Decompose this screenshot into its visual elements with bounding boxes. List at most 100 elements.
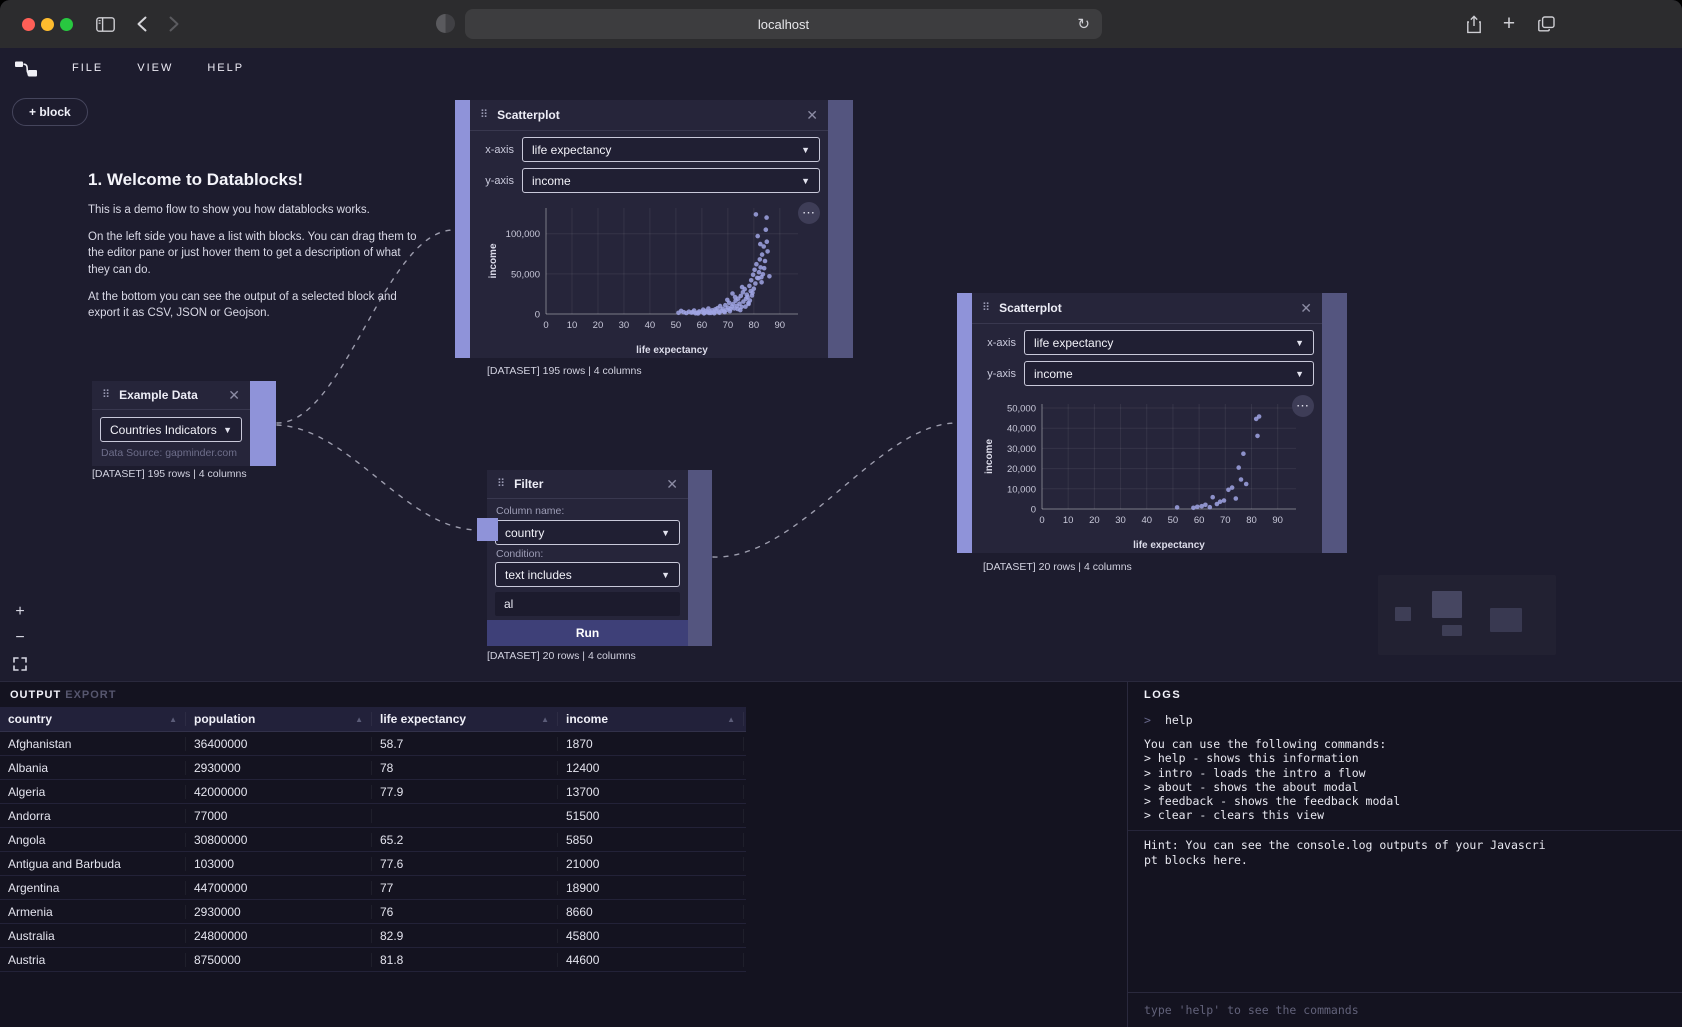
block-title: Example Data [119, 388, 219, 402]
y-axis-select[interactable]: income▼ [522, 168, 820, 193]
block-scatterplot-2[interactable]: ⠿ Scatterplot ✕ x-axis life expectancy▼ … [957, 293, 1347, 553]
y-axis-label: y-axis [972, 368, 1016, 380]
reload-icon[interactable]: ↻ [1077, 15, 1090, 33]
close-icon[interactable]: ✕ [806, 108, 818, 122]
run-button[interactable]: Run [487, 620, 688, 646]
minimize-window-button[interactable] [41, 18, 54, 31]
table-cell: 5850 [558, 833, 744, 847]
close-icon[interactable]: ✕ [228, 388, 240, 402]
log-command: help [1165, 713, 1193, 727]
svg-text:10: 10 [567, 320, 578, 331]
x-axis-select[interactable]: life expectancy▼ [522, 137, 820, 162]
flow-canvas[interactable]: + block 1. Welcome to Datablocks! This i… [0, 88, 1682, 681]
block-header[interactable]: ⠿ Example Data ✕ [92, 381, 250, 410]
drag-handle-icon[interactable]: ⠿ [497, 479, 505, 490]
new-tab-icon[interactable]: + [1496, 12, 1522, 36]
sort-asc-icon[interactable]: ▲ [541, 715, 549, 724]
table-cell: Austria [0, 953, 186, 967]
more-options-button[interactable]: ⋯ [798, 202, 820, 224]
zoom-out-button[interactable]: − [10, 628, 30, 648]
block-header[interactable]: ⠿ Filter ✕ [487, 470, 688, 499]
input-port[interactable] [477, 518, 498, 541]
privacy-shield-icon[interactable] [436, 14, 455, 33]
log-command-entry: > help [1144, 713, 1666, 727]
address-bar[interactable]: localhost ↻ [465, 9, 1102, 39]
svg-text:0: 0 [1031, 505, 1036, 516]
condition-select[interactable]: text includes▼ [495, 562, 680, 587]
column-header[interactable]: income▲ [558, 712, 744, 726]
table-cell: 77 [372, 881, 558, 895]
menu-item-file[interactable]: FILE [72, 62, 103, 74]
tab-output[interactable]: OUTPUT [10, 689, 61, 701]
welcome-paragraph: On the left side you have a list with bl… [88, 229, 424, 279]
block-filter[interactable]: ⠿ Filter ✕ Column name: country▼ Conditi… [487, 470, 712, 646]
filter-value-input[interactable]: al [495, 592, 680, 616]
menu-item-help[interactable]: HELP [207, 62, 244, 74]
column-header[interactable]: population▲ [186, 712, 372, 726]
log-line: > help - shows this information [1144, 751, 1666, 765]
table-cell: 30800000 [186, 833, 372, 847]
log-line: > intro - loads the intro a flow [1144, 766, 1666, 780]
close-window-button[interactable] [22, 18, 35, 31]
sort-asc-icon[interactable]: ▲ [169, 715, 177, 724]
table-cell: 65.2 [372, 833, 558, 847]
svg-text:70: 70 [1220, 515, 1231, 526]
zoom-in-button[interactable]: + [10, 602, 30, 622]
sidebar-toggle-icon[interactable] [92, 12, 118, 36]
output-port[interactable] [828, 100, 853, 358]
svg-text:50,000: 50,000 [1007, 404, 1036, 415]
sort-asc-icon[interactable]: ▲ [355, 715, 363, 724]
y-axis-select[interactable]: income▼ [1024, 361, 1314, 386]
drag-handle-icon[interactable]: ⠿ [480, 110, 488, 121]
share-icon[interactable] [1461, 12, 1487, 36]
column-select[interactable]: country▼ [495, 520, 680, 545]
drag-handle-icon[interactable]: ⠿ [982, 303, 990, 314]
sort-asc-icon[interactable]: ▲ [727, 715, 735, 724]
table-cell: 21000 [558, 857, 744, 871]
welcome-note: 1. Welcome to Datablocks! This is a demo… [88, 170, 424, 332]
back-icon[interactable] [129, 12, 155, 36]
svg-text:life expectancy: life expectancy [1133, 540, 1205, 551]
logs-command-input[interactable]: type 'help' to see the commands [1128, 992, 1682, 1027]
forward-icon[interactable] [161, 12, 187, 36]
table-row: Antigua and Barbuda10300077.621000 [0, 852, 746, 876]
tab-export[interactable]: EXPORT [65, 689, 116, 701]
close-icon[interactable]: ✕ [1300, 301, 1312, 315]
input-port[interactable] [957, 293, 972, 553]
column-header[interactable]: country▲ [0, 712, 186, 726]
tab-overview-icon[interactable] [1533, 12, 1559, 36]
close-icon[interactable]: ✕ [666, 477, 678, 491]
add-block-button[interactable]: + block [12, 98, 88, 126]
x-axis-select[interactable]: life expectancy▼ [1024, 330, 1314, 355]
y-axis-label: y-axis [470, 175, 514, 187]
drag-handle-icon[interactable]: ⠿ [102, 390, 110, 401]
menu-item-view[interactable]: VIEW [137, 62, 173, 74]
table-cell: 18900 [558, 881, 744, 895]
table-cell: 36400000 [186, 737, 372, 751]
output-port[interactable] [688, 470, 712, 646]
data-source-note: Data Source: gapminder.com [101, 447, 237, 459]
table-cell: 44700000 [186, 881, 372, 895]
block-example-data[interactable]: ⠿ Example Data ✕ Countries Indicators▼ D… [92, 381, 276, 466]
minimap-block [1490, 608, 1522, 632]
output-port[interactable] [250, 381, 276, 466]
column-name-label: Column name: [496, 505, 564, 517]
more-options-button[interactable]: ⋯ [1292, 395, 1314, 417]
table-cell: 76 [372, 905, 558, 919]
table-cell: 8660 [558, 905, 744, 919]
column-header[interactable]: life expectancy▲ [372, 712, 558, 726]
fit-view-button[interactable] [10, 654, 30, 674]
zoom-window-button[interactable] [60, 18, 73, 31]
output-port[interactable] [1322, 293, 1347, 553]
minimap[interactable] [1378, 575, 1556, 655]
log-hint: Hint: You can see the console.log output… [1144, 838, 1666, 866]
table-cell: 58.7 [372, 737, 558, 751]
input-port[interactable] [455, 100, 470, 358]
svg-text:40: 40 [1141, 515, 1152, 526]
log-line: > clear - clears this view [1144, 808, 1666, 822]
dataset-select[interactable]: Countries Indicators▼ [100, 417, 242, 442]
block-header[interactable]: ⠿ Scatterplot ✕ [470, 100, 828, 131]
block-scatterplot-1[interactable]: ⠿ Scatterplot ✕ x-axis life expectancy▼ … [455, 100, 853, 358]
dataset-caption: [DATASET] 20 rows | 4 columns [983, 561, 1132, 573]
block-header[interactable]: ⠿ Scatterplot ✕ [972, 293, 1322, 324]
